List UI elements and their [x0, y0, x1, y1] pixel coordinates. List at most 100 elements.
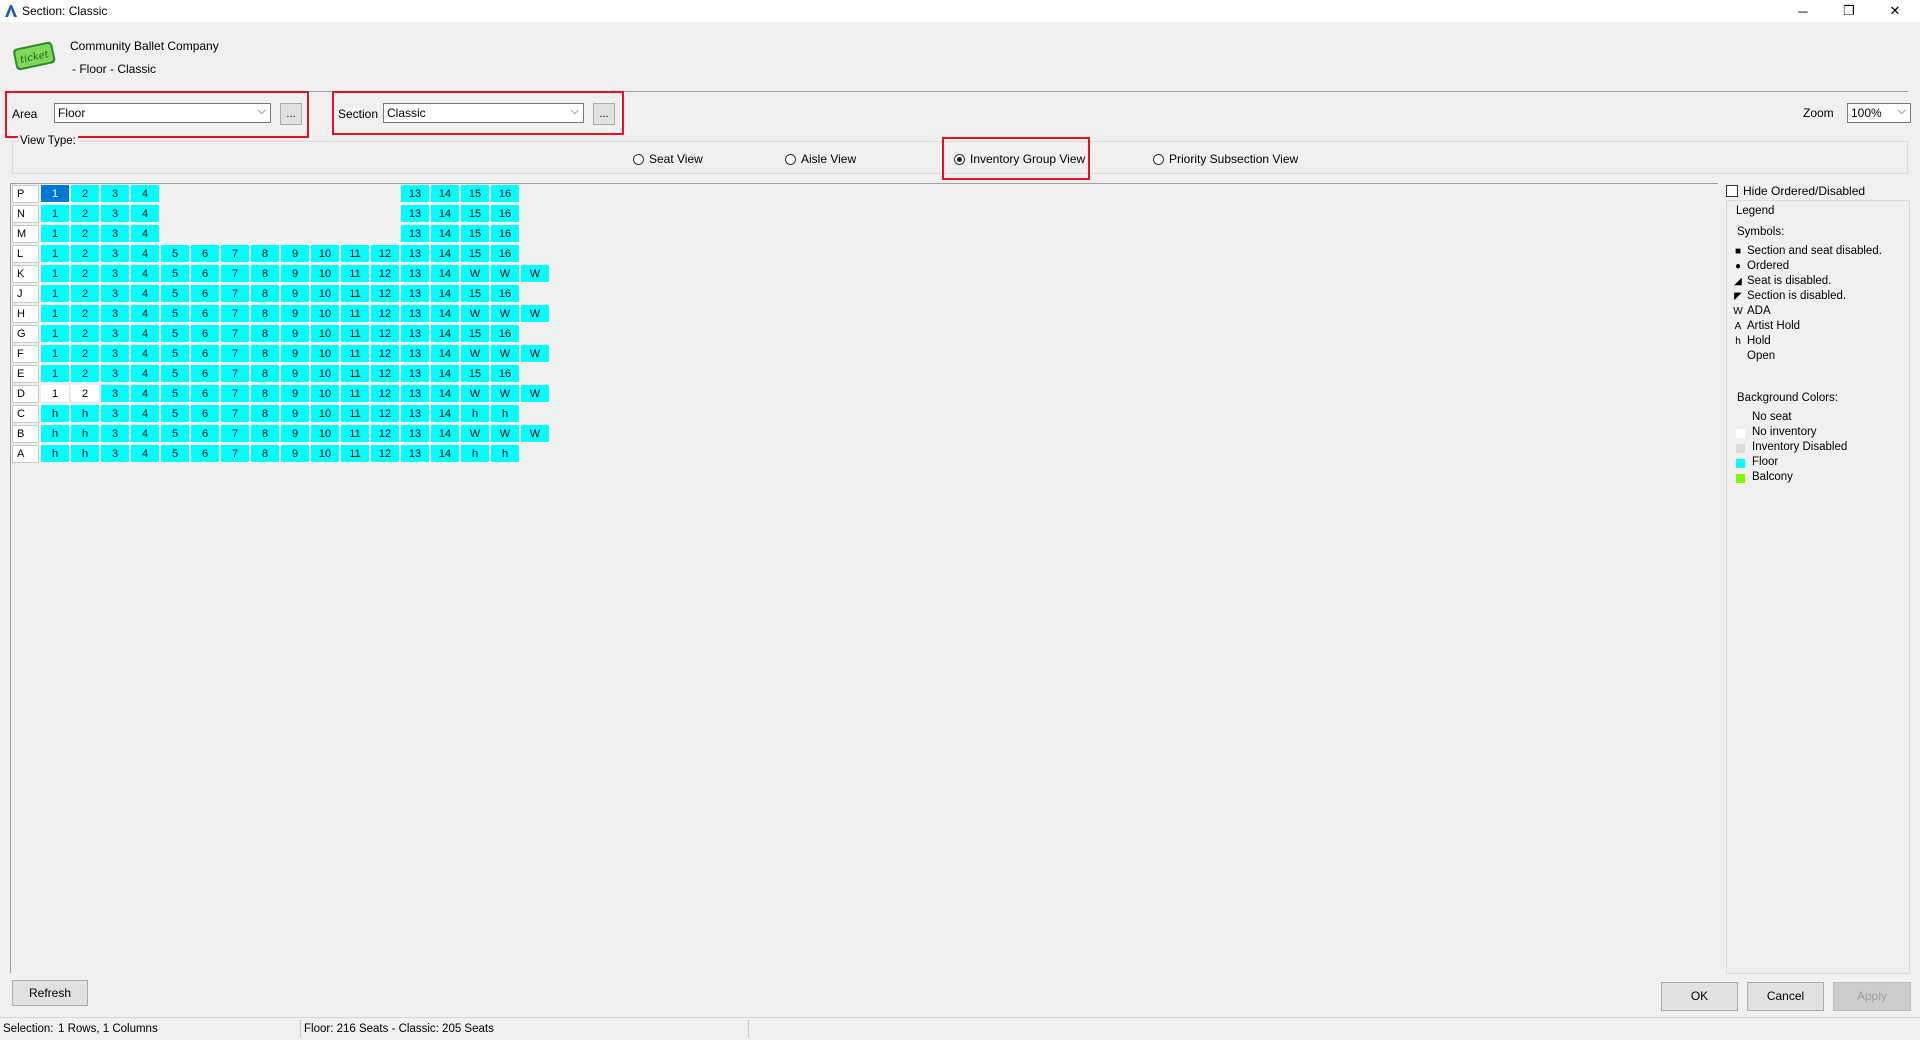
seat-cell[interactable]: 8 [251, 385, 280, 403]
seat-cell[interactable]: 10 [311, 245, 340, 263]
seat-cell[interactable]: 8 [251, 245, 280, 263]
seat-cell[interactable]: 15 [461, 285, 490, 303]
seat-cell[interactable]: 6 [191, 265, 220, 283]
seat-cell[interactable]: 7 [221, 365, 250, 383]
seat-cell[interactable]: 3 [101, 225, 130, 243]
seat-cell[interactable]: 9 [281, 265, 310, 283]
seat-cell[interactable]: 12 [371, 265, 400, 283]
row-label[interactable]: B [12, 425, 39, 443]
seat-cell[interactable]: 13 [401, 345, 430, 363]
seat-cell[interactable]: 3 [101, 285, 130, 303]
seat-cell[interactable]: 5 [161, 365, 190, 383]
seat-cell[interactable]: 1 [41, 185, 70, 203]
refresh-button[interactable]: Refresh [12, 980, 88, 1006]
seat-cell[interactable]: 6 [191, 325, 220, 343]
seat-cell[interactable]: 1 [41, 345, 70, 363]
seat-cell[interactable]: 14 [431, 345, 460, 363]
seat-cell[interactable]: 3 [101, 405, 130, 423]
seat-cell[interactable]: 11 [341, 265, 370, 283]
seat-cell[interactable]: 10 [311, 365, 340, 383]
seat-cell[interactable]: 5 [161, 425, 190, 443]
seat-cell[interactable]: 1 [41, 325, 70, 343]
seat-cell[interactable]: 4 [131, 285, 160, 303]
seat-cell[interactable]: W [521, 265, 550, 283]
seat-cell[interactable]: 11 [341, 285, 370, 303]
seat-cell[interactable]: 11 [341, 245, 370, 263]
seat-cell[interactable]: 13 [401, 365, 430, 383]
seat-cell[interactable]: 16 [491, 225, 520, 243]
seat-cell[interactable]: 1 [41, 305, 70, 323]
seat-cell[interactable]: 7 [221, 345, 250, 363]
seat-cell[interactable]: 12 [371, 385, 400, 403]
seat-cell[interactable]: 2 [71, 185, 100, 203]
seat-cell[interactable]: 3 [101, 305, 130, 323]
seat-cell[interactable]: h [71, 425, 100, 443]
seat-cell[interactable]: W [521, 345, 550, 363]
seat-cell[interactable]: W [491, 425, 520, 443]
section-select[interactable]: Classic ⌵ [383, 103, 584, 123]
seat-cell[interactable]: h [461, 405, 490, 423]
seat-cell[interactable]: 10 [311, 325, 340, 343]
seat-cell[interactable]: 7 [221, 425, 250, 443]
row-label[interactable]: E [12, 365, 39, 383]
seat-cell[interactable]: 5 [161, 265, 190, 283]
seat-cell[interactable]: h [71, 405, 100, 423]
row-label[interactable]: D [12, 385, 39, 403]
seat-cell[interactable]: 13 [401, 445, 430, 463]
seat-cell[interactable]: 13 [401, 205, 430, 223]
seat-cell[interactable]: 14 [431, 305, 460, 323]
seat-cell[interactable]: 8 [251, 365, 280, 383]
seat-cell[interactable]: 4 [131, 365, 160, 383]
seat-cell[interactable]: 2 [71, 325, 100, 343]
section-browse-button[interactable]: ... [593, 103, 615, 125]
seat-cell[interactable]: 15 [461, 225, 490, 243]
minimize-button[interactable]: ─ [1780, 0, 1826, 22]
seat-cell[interactable]: 14 [431, 445, 460, 463]
seat-cell[interactable]: 5 [161, 405, 190, 423]
seat-cell[interactable]: 2 [71, 265, 100, 283]
seat-cell[interactable]: 3 [101, 325, 130, 343]
seat-cell[interactable]: 4 [131, 405, 160, 423]
seat-cell[interactable]: 9 [281, 345, 310, 363]
restore-button[interactable]: ❐ [1826, 0, 1872, 22]
row-label[interactable]: K [12, 265, 39, 283]
row-label[interactable]: J [12, 285, 39, 303]
radio-priority-subsection-view[interactable]: Priority Subsection View [1153, 152, 1298, 166]
row-label[interactable]: N [12, 205, 39, 223]
seat-cell[interactable]: 6 [191, 345, 220, 363]
seat-cell[interactable]: W [521, 425, 550, 443]
seat-cell[interactable]: 6 [191, 445, 220, 463]
seat-cell[interactable]: 16 [491, 205, 520, 223]
seat-cell[interactable]: 11 [341, 325, 370, 343]
close-button[interactable]: ✕ [1872, 0, 1918, 22]
radio-aisle-view[interactable]: Aisle View [785, 152, 856, 166]
seat-cell[interactable]: 4 [131, 185, 160, 203]
seat-cell[interactable]: h [71, 445, 100, 463]
seat-cell[interactable]: 9 [281, 385, 310, 403]
seat-cell[interactable]: 13 [401, 185, 430, 203]
row-label[interactable]: G [12, 325, 39, 343]
seat-cell[interactable]: 5 [161, 385, 190, 403]
seat-cell[interactable]: h [41, 425, 70, 443]
seat-cell[interactable]: 12 [371, 365, 400, 383]
seat-cell[interactable]: 13 [401, 265, 430, 283]
seat-cell[interactable]: 3 [101, 185, 130, 203]
seat-cell[interactable]: 4 [131, 305, 160, 323]
seat-cell[interactable]: 1 [41, 285, 70, 303]
seat-cell[interactable]: 11 [341, 365, 370, 383]
seat-cell[interactable]: 12 [371, 425, 400, 443]
seat-cell[interactable]: 4 [131, 445, 160, 463]
seat-cell[interactable]: 6 [191, 285, 220, 303]
seat-cell[interactable]: 6 [191, 245, 220, 263]
cancel-button[interactable]: Cancel [1747, 982, 1824, 1011]
seat-cell[interactable]: 15 [461, 205, 490, 223]
seat-cell[interactable]: 13 [401, 325, 430, 343]
seat-cell[interactable]: 10 [311, 265, 340, 283]
seat-cell[interactable]: 13 [401, 245, 430, 263]
seat-cell[interactable]: 3 [101, 445, 130, 463]
seat-cell[interactable]: 11 [341, 445, 370, 463]
seat-cell[interactable]: 12 [371, 325, 400, 343]
radio-seat-view[interactable]: Seat View [633, 152, 703, 166]
ok-button[interactable]: OK [1661, 982, 1738, 1011]
seat-cell[interactable]: 14 [431, 385, 460, 403]
